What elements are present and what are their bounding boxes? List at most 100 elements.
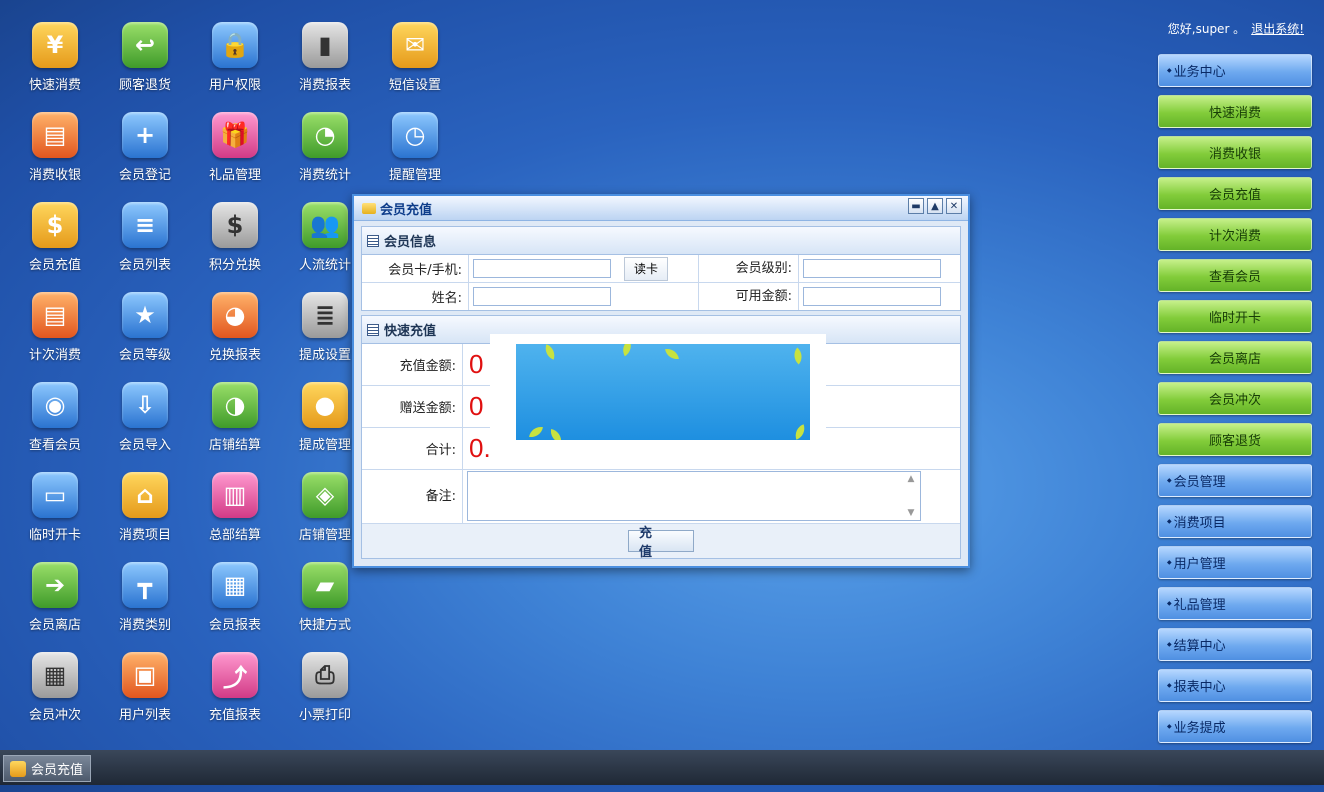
name-input[interactable] [473,287,611,306]
desktop-icon-18[interactable]: ◉ 查看会员 [15,370,95,453]
taskbar: 会员充值 [0,750,1324,785]
desktop-icon-11[interactable]: ≡ 会员列表 [105,190,185,273]
desktop-icon-23[interactable]: ⌂ 消费项目 [105,460,185,543]
desktop-icon-label: 提醒管理 [388,168,441,183]
menu-item-1[interactable]: 快速消费 [1158,95,1312,128]
desktop-icon-10[interactable]: $ 会员充值 [15,190,95,273]
menu-item-3[interactable]: 会员充值 [1158,177,1312,210]
member-register-icon: + [122,112,168,158]
menu-category-15[interactable]: 报表中心 [1158,669,1312,702]
pos-terminal-icon: ▤ [32,112,78,158]
desktop-icon-12[interactable]: $ 积分兑换 [195,190,275,273]
member-info-header: 会员信息 [362,227,960,255]
bonus-input[interactable]: 0 [462,386,483,427]
desktop-icon-9[interactable]: ◷ 提醒管理 [375,100,455,183]
menu-item-4[interactable]: 计次消费 [1158,218,1312,251]
desktop-icon-24[interactable]: ▥ 总部结算 [195,460,275,543]
desktop-icon-15[interactable]: ★ 会员等级 [105,280,185,363]
user-lock-icon: 🔒 [212,22,258,68]
desktop-icon-label: 小票打印 [298,708,351,723]
desktop-icon-label: 临时开卡 [28,528,81,543]
remark-textarea[interactable]: ▲ ▼ [467,471,921,521]
menu-item-6[interactable]: 临时开卡 [1158,300,1312,333]
desktop-icon-14[interactable]: ▤ 计次消费 [15,280,95,363]
desktop-icon-label: 店铺结算 [208,438,261,453]
menu-label: 业务中心 [1173,65,1226,80]
menu-category-13[interactable]: 礼品管理 [1158,587,1312,620]
menu-category-14[interactable]: 结算中心 [1158,628,1312,661]
logout-link[interactable]: 退出系统! [1251,22,1304,36]
dialog-titlebar[interactable]: 会员充值 ▬ ▲ ✕ [354,196,968,221]
taskbar-item-recharge[interactable]: 会员充值 [3,755,91,782]
cash-register-icon: ¥ [32,22,78,68]
menu-item-2[interactable]: 消费收银 [1158,136,1312,169]
menu-category-16[interactable]: 业务提成 [1158,710,1312,743]
menu-category-10[interactable]: 会员管理 [1158,464,1312,497]
name-label: 姓名: [431,291,462,306]
desktop-icon-0[interactable]: ¥ 快速消费 [15,10,95,93]
menu-item-7[interactable]: 会员离店 [1158,341,1312,374]
desktop-icon-7[interactable]: 🎁 礼品管理 [195,100,275,183]
people-icon: 👥 [302,202,348,248]
menu-category-0[interactable]: 业务中心 [1158,54,1312,87]
taskbar-item-label: 会员充值 [31,763,84,778]
pie-chart-icon: ◔ [302,112,348,158]
desktop-icon-30[interactable]: ▦ 会员冲次 [15,640,95,723]
menu-label: 业务提成 [1173,721,1226,736]
desktop-icon-33[interactable]: ⎙ 小票打印 [285,640,365,723]
maximize-icon[interactable]: ▲ [927,198,943,214]
desktop-icon-27[interactable]: ┳ 消费类别 [105,550,185,633]
desktop-icon-6[interactable]: + 会员登记 [105,100,185,183]
recharge-submit-button[interactable]: 充 值 [628,526,694,560]
desktop-icon-1[interactable]: ↩ 顾客退货 [105,10,185,93]
close-icon[interactable]: ✕ [946,198,962,214]
read-card-button[interactable]: 读卡 [624,256,668,281]
desktop-icon-28[interactable]: ▦ 会员报表 [195,550,275,633]
balance-input[interactable] [803,287,941,306]
menu-item-9[interactable]: 顾客退货 [1158,423,1312,456]
desktop-icon-20[interactable]: ◑ 店铺结算 [195,370,275,453]
desktop-icon-3[interactable]: ▮ 消费报表 [285,10,365,93]
menu-category-12[interactable]: 用户管理 [1158,546,1312,579]
menu-label: 礼品管理 [1173,598,1226,613]
amount-input[interactable]: 0 [462,344,483,385]
monitor-clock-icon: ◷ [392,112,438,158]
leaf-icon [618,344,636,357]
card-input[interactable] [473,259,611,278]
recharge-report-icon: ⤴ [212,652,258,698]
desktop-icon-label: 消费报表 [298,78,351,93]
menu-label: 消费项目 [1173,516,1226,531]
desktop-icon-8[interactable]: ◔ 消费统计 [285,100,365,183]
desktop-icon-label: 快速消费 [28,78,81,93]
desktop-icon-5[interactable]: ▤ 消费收银 [15,100,95,183]
desktop-icon-26[interactable]: ➔ 会员离店 [15,550,95,633]
minimize-icon[interactable]: ▬ [908,198,924,214]
desktop-icon-19[interactable]: ⇩ 会员导入 [105,370,185,453]
desktop-icon-31[interactable]: ▣ 用户列表 [105,640,185,723]
desktop-icon-label: 会员列表 [118,258,171,273]
leaf-icon [529,425,543,439]
right-nav-menu: 业务中心快速消费消费收银会员充值计次消费查看会员临时开卡会员离店会员冲次顾客退货… [1158,54,1312,792]
coins-icon: $ [32,202,78,248]
scroll-down-icon[interactable]: ▼ [906,508,916,518]
greeting-text: 您好,super 。 [1167,22,1246,36]
menu-category-11[interactable]: 消费项目 [1158,505,1312,538]
menu-item-8[interactable]: 会员冲次 [1158,382,1312,415]
desktop-icon-label: 礼品管理 [208,168,261,183]
menu-item-5[interactable]: 查看会员 [1158,259,1312,292]
desktop-icon-4[interactable]: ✉ 短信设置 [375,10,455,93]
menu-label: 查看会员 [1208,270,1261,285]
menu-label: 用户管理 [1173,557,1226,572]
desktop-icon-32[interactable]: ⤴ 充值报表 [195,640,275,723]
scroll-up-icon[interactable]: ▲ [906,474,916,484]
desktop-icon-label: 总部结算 [208,528,261,543]
desktop-icon-label: 顾客退货 [118,78,171,93]
desktop-icon-16[interactable]: ◕ 兑换报表 [195,280,275,363]
desktop-icon-label: 会员报表 [208,618,261,633]
menu-label: 顾客退货 [1208,434,1261,449]
desktop-icon-22[interactable]: ▭ 临时开卡 [15,460,95,543]
member-report-icon: ▦ [212,562,258,608]
desktop-icon-label: 会员充值 [28,258,81,273]
desktop-icon-2[interactable]: 🔒 用户权限 [195,10,275,93]
level-input[interactable] [803,259,941,278]
